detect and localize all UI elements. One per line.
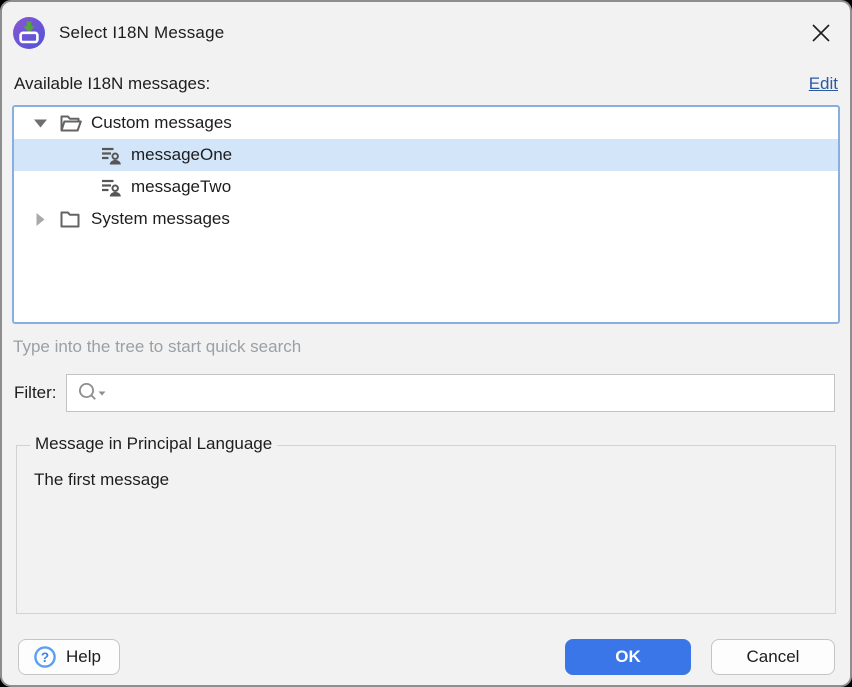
- i18n-message-app-icon: [12, 16, 46, 50]
- tree-node-label: messageOne: [131, 145, 232, 165]
- message-icon: [98, 143, 122, 167]
- available-messages-row: Available I18N messages: Edit: [14, 72, 838, 94]
- i18n-messages-tree[interactable]: Custom messages messageOne: [12, 105, 840, 324]
- footer-button-bar: ? Help OK Cancel: [18, 639, 835, 675]
- chevron-down-icon[interactable]: [28, 119, 52, 128]
- folder-closed-icon: [58, 207, 82, 231]
- filter-row: Filter:: [12, 374, 835, 412]
- tree-row-system-messages[interactable]: System messages: [14, 203, 838, 235]
- select-i18n-message-dialog: Select I18N Message Available I18N messa…: [0, 0, 852, 687]
- help-button-label: Help: [66, 647, 101, 667]
- message-icon: [98, 175, 122, 199]
- groupbox-legend: Message in Principal Language: [30, 434, 277, 454]
- folder-open-icon: [58, 111, 82, 135]
- tree-row-message-one[interactable]: messageOne: [14, 139, 838, 171]
- title-bar: Select I18N Message: [2, 2, 850, 54]
- close-button[interactable]: [806, 18, 836, 48]
- message-groupbox: Message in Principal Language The first …: [16, 445, 836, 614]
- tree-node-label: Custom messages: [91, 113, 232, 133]
- filter-label: Filter:: [14, 383, 66, 403]
- tree-node-label: messageTwo: [131, 177, 231, 197]
- help-icon: ?: [33, 645, 57, 669]
- ok-button[interactable]: OK: [565, 639, 691, 675]
- tree-node-label: System messages: [91, 209, 230, 229]
- help-button[interactable]: ? Help: [18, 639, 120, 675]
- dialog-title: Select I18N Message: [59, 23, 224, 43]
- available-messages-label: Available I18N messages:: [14, 74, 210, 94]
- close-icon: [810, 22, 832, 44]
- filter-field[interactable]: [66, 374, 835, 412]
- quick-search-hint: Type into the tree to start quick search: [13, 337, 838, 359]
- tree-row-custom-messages[interactable]: Custom messages: [14, 107, 838, 139]
- search-with-history-icon[interactable]: [77, 381, 108, 405]
- chevron-right-icon[interactable]: [28, 213, 52, 226]
- filter-input[interactable]: [108, 375, 834, 411]
- cancel-button[interactable]: Cancel: [711, 639, 835, 675]
- edit-link[interactable]: Edit: [809, 74, 838, 94]
- svg-text:?: ?: [41, 650, 49, 665]
- tree-row-message-two[interactable]: messageTwo: [14, 171, 838, 203]
